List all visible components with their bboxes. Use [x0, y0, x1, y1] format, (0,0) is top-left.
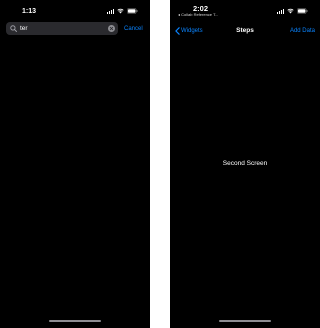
back-to-app-link[interactable]: ◂ Collab Reference T... [178, 12, 218, 17]
home-indicator[interactable] [219, 320, 271, 322]
home-indicator[interactable] [49, 320, 101, 322]
page: 1:13 ter Cancel 2:02 ◂ Collab Reference … [0, 0, 320, 328]
battery-icon [297, 8, 308, 14]
status-time: 1:13 [22, 8, 37, 15]
left-phone-screen: 1:13 ter Cancel [0, 0, 150, 328]
search-input[interactable]: ter [6, 22, 118, 35]
status-icons [277, 8, 308, 14]
signal-icon [107, 8, 114, 14]
wifi-icon [287, 8, 294, 14]
battery-icon [127, 8, 138, 14]
search-icon [10, 25, 17, 32]
search-input-value: ter [20, 25, 28, 32]
clear-icon[interactable] [108, 25, 115, 32]
signal-icon [277, 8, 284, 14]
cancel-button[interactable]: Cancel [124, 25, 143, 33]
add-data-button[interactable]: Add Data [290, 27, 315, 35]
status-icons [107, 8, 138, 14]
screen-label: Second Screen [222, 160, 268, 167]
wifi-icon [117, 8, 124, 14]
right-phone-screen: 2:02 ◂ Collab Reference T... Widgets Ste… [170, 0, 320, 328]
